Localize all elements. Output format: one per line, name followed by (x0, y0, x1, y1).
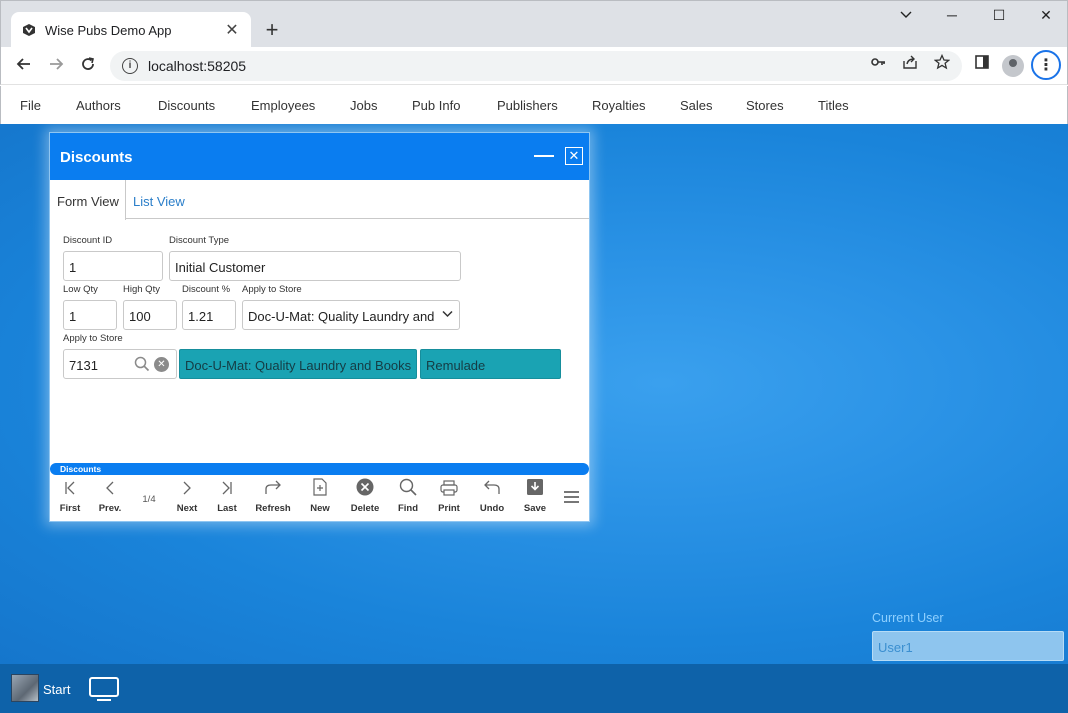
find-button[interactable]: Find (388, 477, 428, 521)
forward-arrow-icon[interactable] (45, 55, 67, 77)
tab-list-view[interactable]: List View (133, 194, 185, 209)
discount-id-label: Discount ID (63, 235, 113, 246)
new-tab-button[interactable]: + (261, 17, 283, 43)
discount-type-field[interactable]: Initial Customer (169, 251, 461, 281)
previous-button[interactable]: Prev. (90, 477, 130, 521)
current-user-label: Current User (872, 611, 944, 625)
first-button[interactable]: First (50, 477, 90, 521)
menu-item-pub-info[interactable]: Pub Info (412, 98, 460, 113)
discount-pct-label: Discount % (182, 284, 231, 295)
search-icon[interactable] (134, 356, 150, 372)
last-button[interactable]: Last (207, 477, 247, 521)
search-icon (388, 477, 428, 503)
discount-id-field[interactable]: 1 (63, 251, 163, 281)
close-window-button[interactable]: ✕ (1031, 7, 1061, 27)
menu-item-publishers[interactable]: Publishers (497, 98, 558, 113)
menu-item-titles[interactable]: Titles (818, 98, 849, 113)
browser-toolbar: i localhost:58205 ⋮ (0, 47, 1068, 85)
current-user-field: User1 (872, 631, 1064, 661)
clear-icon[interactable]: ✕ (154, 357, 169, 372)
store-id-lookup-field[interactable]: 7131 ✕ (63, 349, 177, 379)
apply-store-select[interactable]: Doc-U-Mat: Quality Laundry and (242, 300, 460, 330)
minimize-icon[interactable] (534, 155, 554, 157)
redo-arrow-icon (253, 477, 293, 503)
store-city-display: Remulade (420, 349, 561, 379)
menu-item-authors[interactable]: Authors (76, 98, 121, 113)
last-record-icon (207, 477, 247, 503)
store-name-display: Doc-U-Mat: Quality Laundry and Books (179, 349, 417, 379)
browser-tabbar: Wise Pubs Demo App ✕ + ─ ☐ ✕ (0, 0, 1068, 48)
status-strip: Discounts (50, 463, 589, 475)
side-panel-icon[interactable] (973, 54, 991, 72)
status-label: Discounts (60, 464, 102, 474)
window-title: Discounts (60, 149, 133, 166)
restore-window-button[interactable]: ☐ (984, 7, 1014, 27)
chevron-right-icon (167, 477, 207, 503)
first-record-icon (50, 477, 90, 503)
high-qty-label: High Qty (123, 284, 160, 295)
menu-item-jobs[interactable]: Jobs (350, 98, 377, 113)
tab-title: Wise Pubs Demo App (45, 22, 172, 38)
new-button[interactable]: New (300, 477, 340, 521)
refresh-button[interactable]: Refresh (253, 477, 293, 521)
bookmark-star-icon[interactable] (933, 53, 951, 72)
record-toolbar: First Prev. 1/4 Next Last Refresh New De… (50, 477, 589, 521)
reload-icon[interactable] (77, 55, 99, 77)
address-bar[interactable]: i localhost:58205 (110, 51, 962, 81)
record-pager: 1/4 (142, 494, 156, 505)
chevron-down-icon[interactable] (891, 7, 921, 27)
start-button[interactable]: Start (43, 682, 70, 697)
apply-store-lookup-label: Apply to Store (63, 333, 123, 344)
print-button[interactable]: Print (429, 477, 469, 521)
monitor-icon[interactable] (89, 677, 119, 701)
chevron-down-icon (442, 310, 453, 321)
save-download-icon (515, 477, 555, 503)
key-icon[interactable] (869, 54, 887, 72)
next-button[interactable]: Next (167, 477, 207, 521)
app-menubar: File Authors Discounts Employees Jobs Pu… (0, 86, 1068, 124)
browser-tab[interactable]: Wise Pubs Demo App ✕ (11, 12, 251, 48)
apply-store-select-label: Apply to Store (242, 284, 302, 295)
share-icon[interactable] (901, 54, 919, 72)
discounts-window: Discounts ✕ Form View List View Discount… (49, 132, 590, 522)
save-button[interactable]: Save (515, 477, 555, 521)
low-qty-label: Low Qty (63, 284, 98, 295)
high-qty-field[interactable]: 100 (123, 300, 177, 330)
view-tabs: Form View List View (50, 180, 589, 220)
hamburger-menu-icon[interactable] (564, 491, 579, 503)
window-header[interactable]: Discounts ✕ (50, 133, 589, 180)
taskbar: Start (0, 664, 1068, 713)
delete-circle-icon (345, 477, 385, 503)
app-favicon-icon (21, 22, 37, 38)
tab-form-view[interactable]: Form View (50, 180, 126, 220)
profile-avatar-icon[interactable] (1002, 55, 1024, 77)
discount-type-label: Discount Type (169, 235, 230, 246)
menu-item-sales[interactable]: Sales (680, 98, 713, 113)
start-logo-icon[interactable] (11, 674, 39, 702)
url-text: localhost:58205 (148, 58, 247, 74)
minimize-window-button[interactable]: ─ (937, 7, 967, 27)
undo-button[interactable]: Undo (472, 477, 512, 521)
apply-store-select-value: Doc-U-Mat: Quality Laundry and (248, 309, 435, 324)
more-options-icon[interactable]: ⋮ (1031, 50, 1061, 80)
low-qty-field[interactable]: 1 (63, 300, 117, 330)
menu-item-royalties[interactable]: Royalties (592, 98, 645, 113)
back-arrow-icon[interactable] (13, 55, 35, 77)
menu-item-stores[interactable]: Stores (746, 98, 784, 113)
discount-pct-field[interactable]: 1.21 (182, 300, 236, 330)
menu-item-employees[interactable]: Employees (251, 98, 315, 113)
delete-button[interactable]: Delete (345, 477, 385, 521)
tab-close-icon[interactable]: ✕ (223, 20, 241, 40)
menu-item-discounts[interactable]: Discounts (158, 98, 215, 113)
chevron-left-icon (90, 477, 130, 503)
new-document-icon (300, 477, 340, 503)
printer-icon (429, 477, 469, 503)
close-icon[interactable]: ✕ (565, 147, 583, 165)
undo-arrow-icon (472, 477, 512, 503)
menu-item-file[interactable]: File (20, 98, 41, 113)
store-id-value: 7131 (69, 358, 98, 373)
site-info-icon[interactable]: i (122, 58, 138, 74)
